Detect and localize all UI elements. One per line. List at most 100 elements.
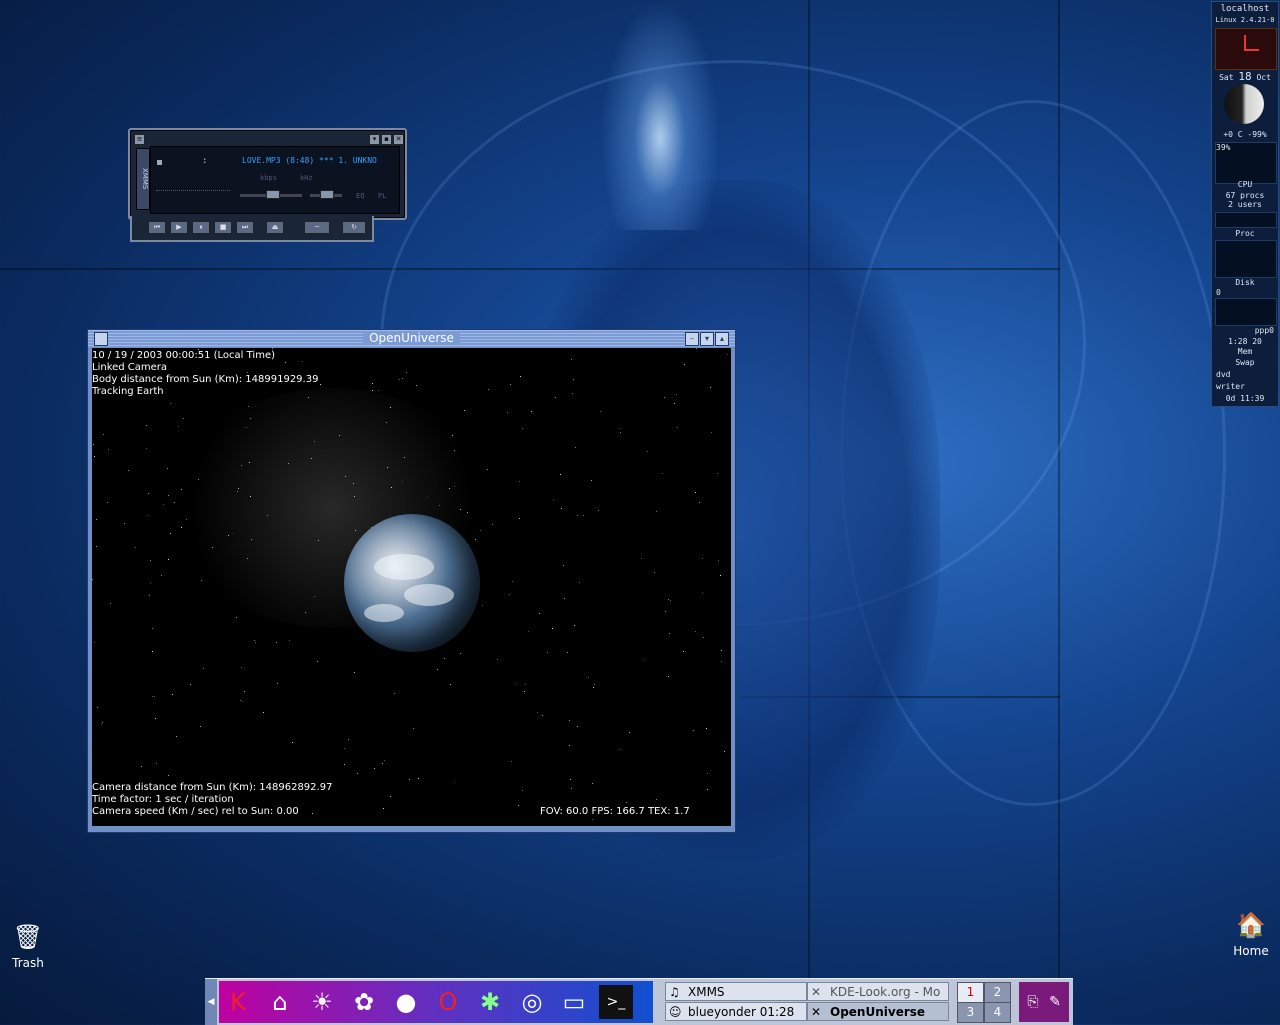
star (575, 447, 576, 448)
star (402, 378, 403, 379)
star (418, 778, 419, 779)
xmms-control-bar: ⏮ ▶ ⏸ ■ ⏭ ⏏ ~ ↻ (130, 216, 374, 242)
star (497, 659, 498, 660)
star (170, 403, 171, 404)
xmms-minimize-button[interactable]: ▾ (369, 134, 380, 145)
star (108, 449, 109, 450)
xmms-visualizer (156, 190, 230, 192)
star (357, 773, 358, 774)
star (183, 418, 184, 419)
pager-desktop-2[interactable]: 2 (984, 982, 1011, 1003)
eject-button[interactable]: ⏏ (266, 221, 284, 234)
xmms-eq-toggle[interactable]: EQ (356, 192, 364, 200)
task-openuniverse[interactable]: ✕ OpenUniverse (807, 1002, 949, 1021)
star (272, 348, 273, 349)
star (525, 684, 526, 685)
xmms-time: : (202, 156, 208, 166)
star-icon[interactable]: ✱ (473, 985, 507, 1019)
star (146, 448, 147, 449)
filesystem-writer[interactable]: writer (1216, 382, 1280, 391)
info-bottom-line: Camera distance from Sun (Km): 148962892… (92, 782, 333, 793)
x-icon: ✕ (811, 985, 822, 999)
star (511, 761, 512, 762)
trash-icon: 🗑 (12, 923, 44, 951)
pager-desktop-4[interactable]: 4 (984, 1002, 1011, 1023)
star (620, 428, 621, 429)
terminal-icon[interactable]: >_ (599, 985, 633, 1019)
xmms-menu-button[interactable]: ≡ (134, 134, 145, 145)
desktop-icon-home[interactable]: 🏠 Home (1228, 910, 1274, 958)
star (528, 631, 529, 632)
network-icon[interactable]: ✿ (347, 985, 381, 1019)
star (154, 696, 155, 697)
star (241, 667, 242, 668)
space-view-canvas[interactable]: 10 / 19 / 2003 00:00:51 (Local Time) Lin… (92, 348, 731, 826)
star (574, 625, 575, 626)
pause-button[interactable]: ⏸ (192, 221, 210, 234)
star (236, 617, 237, 618)
star (92, 579, 93, 580)
volume-slider-knob[interactable] (266, 190, 280, 199)
calendar-month: Oct (1256, 73, 1271, 82)
play-button[interactable]: ▶ (170, 221, 188, 234)
star (699, 502, 700, 503)
task-label: blueyonder 01:28 (688, 1005, 795, 1019)
star (707, 789, 708, 790)
star (450, 684, 451, 685)
globe-icon[interactable]: ● (389, 985, 423, 1019)
panel-hide-button[interactable]: ◀ (205, 979, 217, 1025)
stop-button[interactable]: ■ (214, 221, 232, 234)
hostname: localhost (1220, 4, 1270, 14)
balance-slider-knob[interactable] (320, 190, 334, 199)
task-xmms[interactable]: ♫ XMMS (665, 982, 807, 1001)
pager-desktop-1[interactable]: 1 (957, 982, 984, 1003)
xmms-pl-toggle[interactable]: PL (378, 192, 386, 200)
star (382, 763, 383, 764)
home-icon[interactable]: ⌂ (263, 985, 297, 1019)
proc-chart (1215, 212, 1277, 228)
xmms-task-icon: ♫ (669, 985, 680, 999)
star (552, 628, 553, 629)
repeat-button[interactable]: ↻ (342, 221, 366, 234)
notes-icon[interactable]: ✎ (1045, 992, 1065, 1012)
star (263, 712, 264, 713)
opera-icon[interactable]: O (431, 985, 465, 1019)
minimize-button[interactable]: – (685, 332, 699, 346)
desktop-icon-trash[interactable]: 🗑 Trash (6, 922, 50, 970)
gkrellm-monitor[interactable]: localhost Linux 2.4.21-0 Sat 18 Oct +0 C… (1211, 1, 1279, 407)
window-titlebar[interactable]: OpenUniverse – ▾ ▴ (88, 330, 735, 347)
star (507, 412, 508, 413)
task-blueyonder[interactable]: ☺ blueyonder 01:28 (665, 1002, 807, 1021)
star (594, 684, 595, 685)
task-label: OpenUniverse (830, 1005, 926, 1019)
star (560, 474, 561, 475)
star (146, 425, 147, 426)
xmms-shade-button[interactable]: ▪ (381, 134, 392, 145)
monitor-icon[interactable]: ▭ (557, 985, 591, 1019)
xmms-icon[interactable]: ◎ (515, 985, 549, 1019)
sun-cloud-icon[interactable]: ☀ (305, 985, 339, 1019)
task-kde-look[interactable]: ✕ KDE-Look.org - Mo (807, 982, 949, 1001)
pager-desktop-3[interactable]: 3 (957, 1002, 984, 1023)
clipboard-icon[interactable]: ⎘ (1023, 992, 1043, 1012)
star (670, 600, 671, 601)
star (542, 715, 543, 716)
maximize-button[interactable]: ▾ (700, 332, 714, 346)
star (564, 598, 565, 599)
star (524, 691, 525, 692)
star (190, 684, 191, 685)
calendar-date: Sat 18 Oct (1212, 70, 1278, 83)
network-task-icon: ☺ (669, 1005, 682, 1019)
star (510, 384, 511, 385)
shuffle-button[interactable]: ~ (304, 221, 330, 234)
next-button[interactable]: ⏭ (236, 221, 254, 234)
filesystem-dvd[interactable]: dvd (1216, 370, 1280, 379)
previous-button[interactable]: ⏮ (148, 221, 166, 234)
xmms-player[interactable]: ≡ ▾ ▪ ✕ XMMS : LOVE.MP3 (8:48) *** 1. UN… (128, 128, 407, 244)
openuniverse-window[interactable]: OpenUniverse – ▾ ▴ 10 / 19 / 2003 00:00:… (87, 329, 736, 833)
xmms-close-button[interactable]: ✕ (393, 134, 404, 145)
close-button[interactable]: ▴ (715, 332, 729, 346)
disk-chart (1215, 240, 1277, 278)
star (703, 637, 704, 638)
k-menu-icon[interactable]: K (221, 985, 255, 1019)
